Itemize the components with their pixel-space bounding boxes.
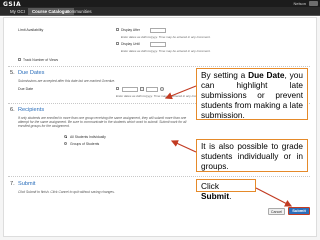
recipients-arrow xyxy=(170,140,197,153)
due-date-arrow xyxy=(164,85,197,100)
annotation-arrows xyxy=(164,85,293,207)
submit-arrow xyxy=(255,187,293,207)
